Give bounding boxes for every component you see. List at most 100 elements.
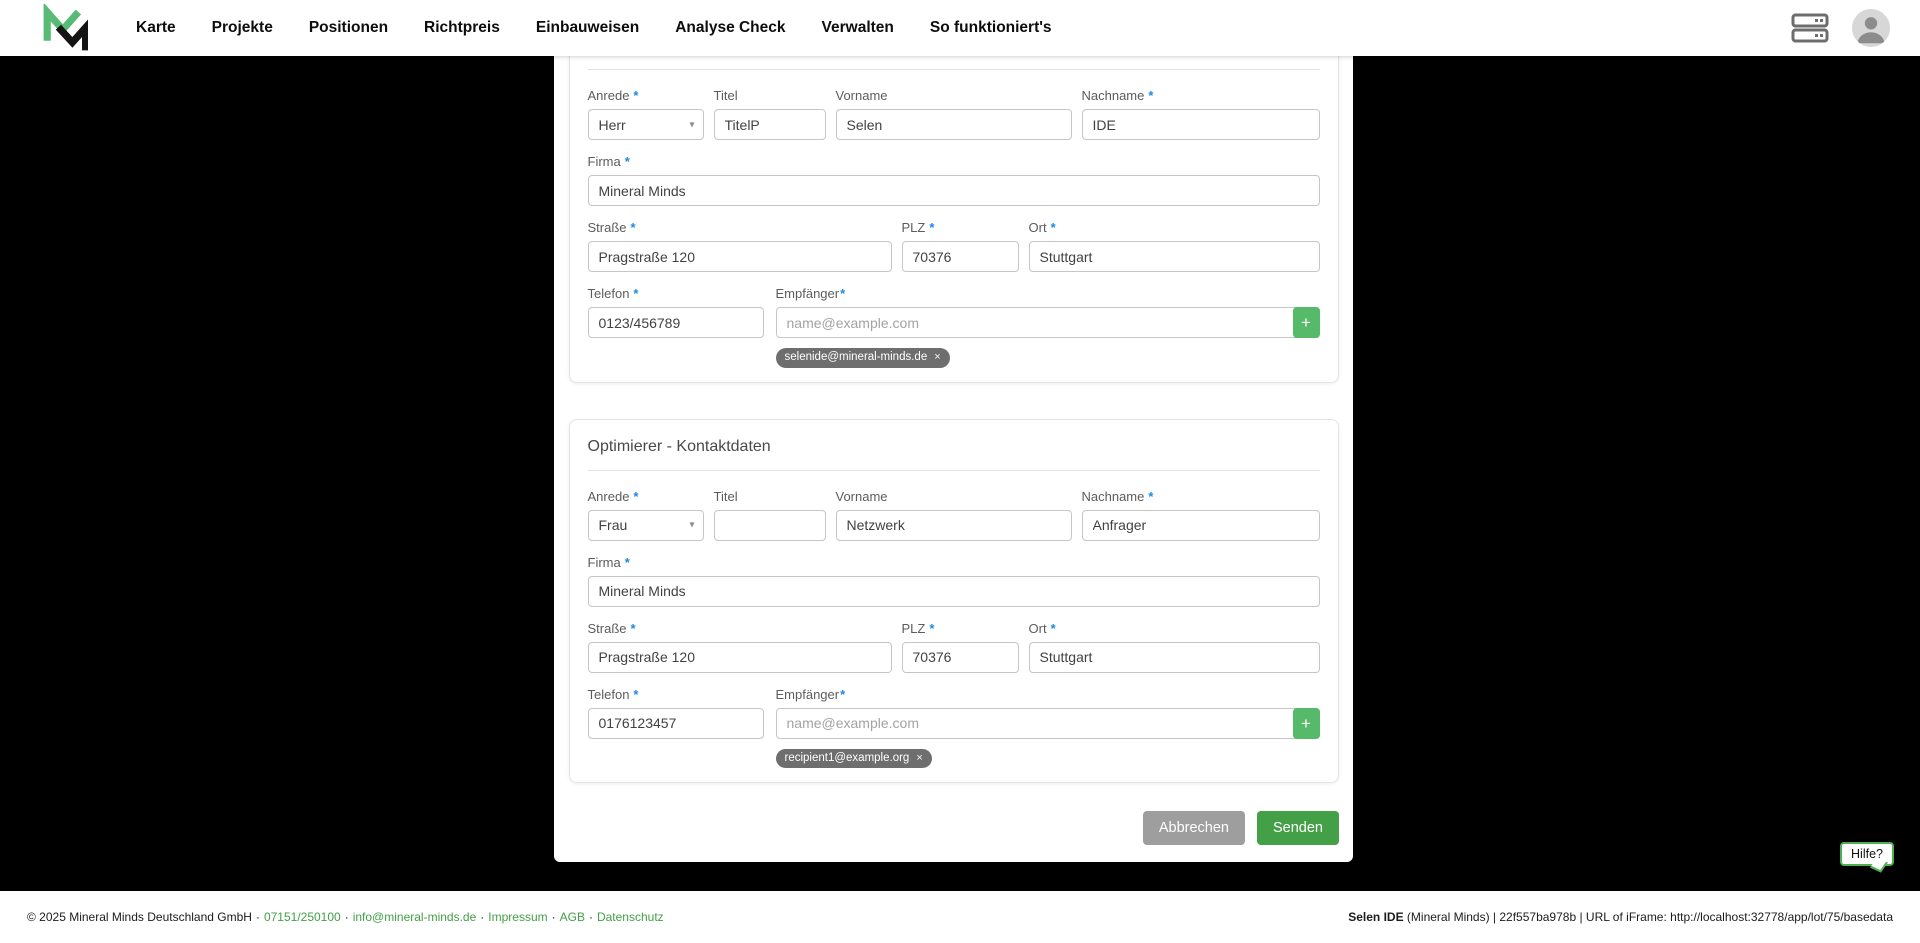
nav-item-einbauweisen[interactable]: Einbauweisen [536, 19, 639, 37]
plz-label: PLZ* [902, 220, 1019, 235]
modal-backdrop: Anrede* Herr ▾ Titel Vorname Nachname* [0, 56, 1920, 891]
nav-item-richtpreis[interactable]: Richtpreis [424, 19, 500, 37]
ort-input[interactable] [1029, 642, 1320, 673]
card-title-divider [588, 69, 1320, 70]
nav-item-projekte[interactable]: Projekte [212, 19, 273, 37]
anrede-label: Anrede* [588, 489, 704, 504]
required-marker: * [1051, 621, 1056, 636]
vorname-input[interactable] [836, 109, 1072, 140]
person-icon [1852, 9, 1890, 47]
anrede-selected-value: Herr [599, 117, 626, 133]
header-right-controls [1790, 9, 1890, 47]
telefon-label: Telefon* [588, 286, 764, 301]
required-marker: * [840, 286, 845, 301]
firma-input[interactable] [588, 576, 1320, 607]
plz-label: PLZ* [902, 621, 1019, 636]
vorname-label: Vorname [836, 489, 1072, 504]
required-marker: * [625, 154, 630, 169]
strasse-label: Straße* [588, 621, 892, 636]
titel-input[interactable] [714, 109, 826, 140]
send-button[interactable]: Senden [1257, 811, 1339, 845]
required-marker: * [631, 220, 636, 235]
footer-link-phone[interactable]: 07151/250100 [264, 910, 341, 924]
telefon-input[interactable] [588, 307, 764, 338]
required-marker: * [633, 286, 638, 301]
footer-link-datenschutz[interactable]: Datenschutz [597, 910, 664, 924]
empfaenger-input[interactable] [776, 708, 1320, 739]
nachname-input[interactable] [1082, 109, 1320, 140]
strasse-input[interactable] [588, 642, 892, 673]
footer-user-name: Selen IDE [1348, 910, 1403, 924]
nachname-input[interactable] [1082, 510, 1320, 541]
firma-label: Firma* [588, 555, 1320, 570]
add-recipient-button[interactable]: + [1293, 307, 1320, 338]
empfaenger-input[interactable] [776, 307, 1320, 338]
anrede-label: Anrede* [588, 88, 704, 103]
vorname-input[interactable] [836, 510, 1072, 541]
help-button[interactable]: Hilfe? [1840, 842, 1894, 866]
required-marker: * [1148, 88, 1153, 103]
main-nav: Karte Projekte Positionen Richtpreis Ein… [136, 19, 1052, 37]
vorname-label: Vorname [836, 88, 1072, 103]
recipient-chip[interactable]: selenide@mineral-minds.de × [776, 348, 950, 368]
nav-item-positionen[interactable]: Positionen [309, 19, 388, 37]
optimierer-kontaktdaten-card: Optimierer - Kontaktdaten Anrede* Frau ▾… [569, 419, 1339, 784]
required-marker: * [929, 621, 934, 636]
separator-dot: · [256, 910, 260, 924]
separator-dot: · [480, 910, 484, 924]
nav-item-karte[interactable]: Karte [136, 19, 176, 37]
recipient-chip[interactable]: recipient1@example.org × [776, 749, 932, 769]
user-avatar[interactable] [1852, 9, 1890, 47]
recipient-chip-label: recipient1@example.org [785, 753, 910, 765]
firma-input[interactable] [588, 175, 1320, 206]
plz-input[interactable] [902, 241, 1019, 272]
server-stack-icon[interactable] [1790, 12, 1830, 44]
strasse-input[interactable] [588, 241, 892, 272]
empfaenger-label: Empfänger* [776, 687, 1320, 702]
firma-label: Firma* [588, 154, 1320, 169]
footer-status: Selen IDE (Mineral Minds) | 22f557ba978b… [1348, 910, 1893, 924]
nav-item-so-funktionierts[interactable]: So funktioniert's [930, 19, 1052, 37]
chevron-down-icon: ▾ [689, 119, 694, 130]
copyright-text: © 2025 Mineral Minds Deutschland GmbH [27, 910, 252, 924]
required-marker: * [840, 687, 845, 702]
anrede-select[interactable]: Frau ▾ [588, 510, 704, 541]
kontaktdaten-dialog: Anrede* Herr ▾ Titel Vorname Nachname* [554, 56, 1353, 862]
page-footer: © 2025 Mineral Minds Deutschland GmbH · 07… [0, 891, 1920, 943]
dialog-actions: Abbrechen Senden [554, 811, 1339, 845]
titel-label: Titel [714, 88, 826, 103]
strasse-label: Straße* [588, 220, 892, 235]
cancel-button[interactable]: Abbrechen [1143, 811, 1245, 845]
telefon-input[interactable] [588, 708, 764, 739]
mineral-minds-logo-icon[interactable] [40, 4, 88, 52]
titel-input[interactable] [714, 510, 826, 541]
anrede-select[interactable]: Herr ▾ [588, 109, 704, 140]
required-marker: * [929, 220, 934, 235]
required-marker: * [1148, 489, 1153, 504]
ort-input[interactable] [1029, 241, 1320, 272]
footer-link-agb[interactable]: AGB [560, 910, 585, 924]
nav-item-verwalten[interactable]: Verwalten [822, 19, 894, 37]
recipient-chip-label: selenide@mineral-minds.de [785, 352, 928, 364]
required-marker: * [631, 621, 636, 636]
remove-chip-icon[interactable]: × [916, 753, 922, 764]
card-title: Optimierer - Kontaktdaten [588, 436, 1320, 458]
remove-chip-icon[interactable]: × [934, 352, 940, 363]
footer-status-details: (Mineral Minds) | 22f557ba978b | URL of … [1404, 910, 1893, 924]
separator-dot: · [589, 910, 593, 924]
footer-link-impressum[interactable]: Impressum [488, 910, 547, 924]
titel-label: Titel [714, 489, 826, 504]
ort-label: Ort* [1029, 220, 1320, 235]
top-navigation-bar: Karte Projekte Positionen Richtpreis Ein… [0, 0, 1920, 56]
required-marker: * [1051, 220, 1056, 235]
separator-dot: · [552, 910, 556, 924]
card-title-divider [588, 470, 1320, 471]
add-recipient-button[interactable]: + [1293, 708, 1320, 739]
empfaenger-label: Empfänger* [776, 286, 1320, 301]
required-marker: * [633, 489, 638, 504]
footer-legal: © 2025 Mineral Minds Deutschland GmbH · 07… [27, 910, 664, 924]
nav-item-analyse-check[interactable]: Analyse Check [675, 19, 785, 37]
plz-input[interactable] [902, 642, 1019, 673]
footer-link-email[interactable]: info@mineral-minds.de [353, 910, 477, 924]
nachname-label: Nachname* [1082, 489, 1320, 504]
